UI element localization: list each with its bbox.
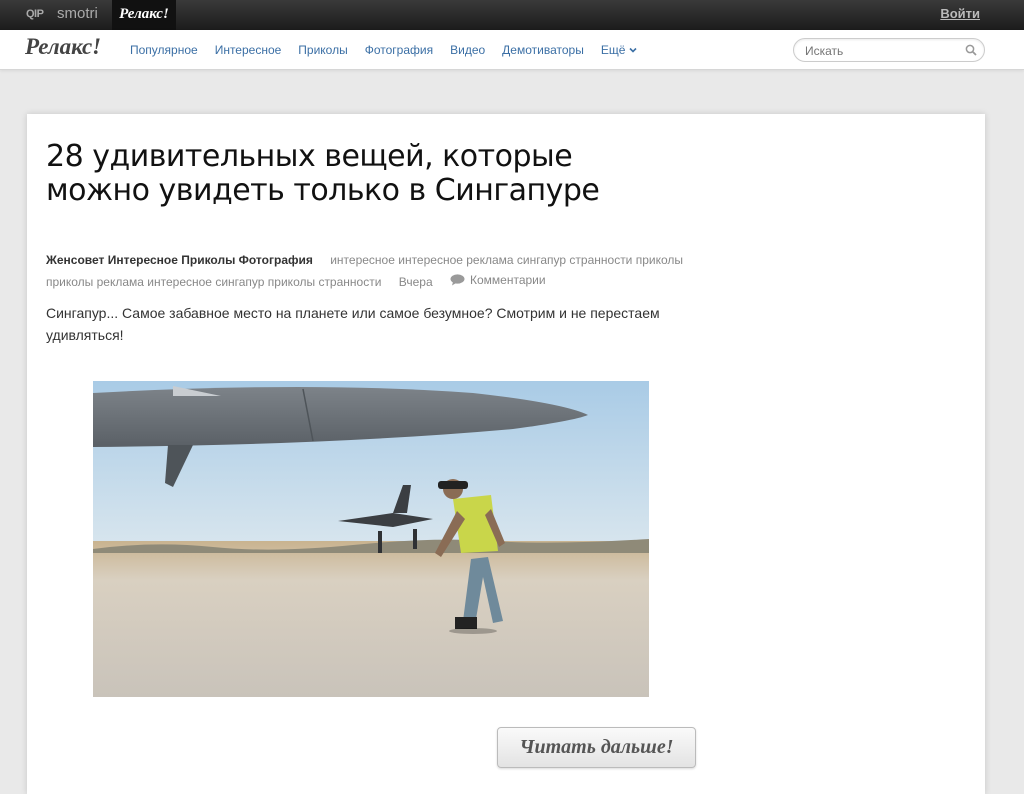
top-bar: QIP smotri Релакс! Войти [0, 0, 1024, 30]
article-photo[interactable] [93, 381, 649, 697]
comment-bubble-icon [450, 274, 465, 286]
main-header: Релакс! Популярное Интересное Приколы Фо… [0, 30, 1024, 70]
comments-label: Комментарии [470, 273, 546, 287]
smotri-link[interactable]: smotri [57, 0, 98, 30]
site-logo[interactable]: Релакс! [25, 34, 101, 60]
article-title[interactable]: 28 удивительных вещей, которые можно уви… [46, 140, 606, 208]
search-icon[interactable] [965, 44, 977, 56]
nav-popular[interactable]: Популярное [130, 43, 198, 57]
relax-tab[interactable]: Релакс! [112, 0, 176, 30]
nav-more-label: Ещё [600, 42, 626, 57]
nav-video[interactable]: Видео [450, 43, 485, 57]
article-card: 28 удивительных вещей, которые можно уви… [27, 114, 985, 794]
qip-link[interactable]: QIP [26, 0, 44, 30]
nav-demotivators[interactable]: Демотиваторы [502, 43, 584, 57]
search-box [793, 38, 985, 62]
nav-more[interactable]: Ещё [601, 43, 638, 57]
jet-ground-crew-image [93, 381, 649, 697]
nav-jokes[interactable]: Приколы [298, 43, 347, 57]
nav-interesting[interactable]: Интересное [215, 43, 282, 57]
read-more-button[interactable]: Читать дальше! [497, 727, 696, 768]
main-nav: Популярное Интересное Приколы Фотография… [130, 30, 654, 69]
nav-photo[interactable]: Фотография [365, 43, 433, 57]
comments-link[interactable]: Комментарии [450, 270, 546, 290]
chevron-down-icon [629, 47, 637, 53]
article-meta: Женсовет Интересное Приколы Фотография и… [46, 250, 706, 292]
login-link[interactable]: Войти [940, 0, 980, 30]
article-categories[interactable]: Женсовет Интересное Приколы Фотография [46, 253, 313, 267]
article-lead: Сингапур... Самое забавное место на план… [46, 305, 660, 343]
search-input[interactable] [803, 42, 957, 60]
article-date: Вчера [398, 275, 433, 289]
